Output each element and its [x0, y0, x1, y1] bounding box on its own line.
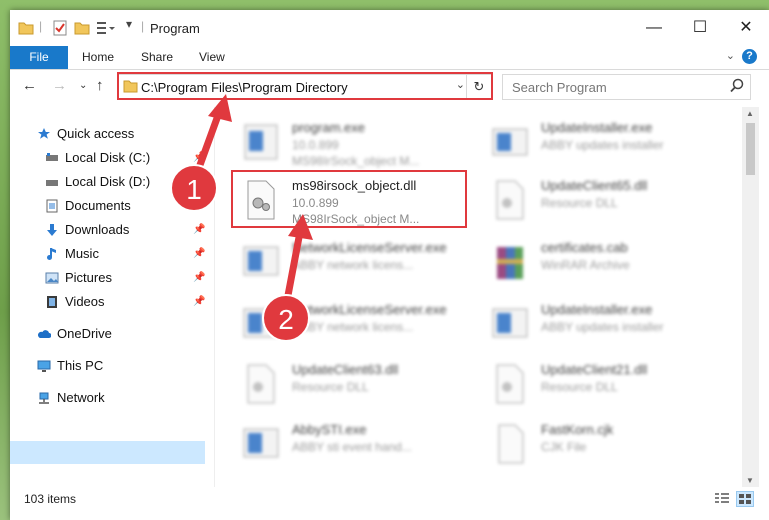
arrow-1-head — [208, 94, 232, 122]
arrow-2-head — [288, 214, 313, 240]
step-badge-1: 1 — [170, 164, 218, 212]
annotation-arrows — [192, 94, 313, 310]
step-badge-2: 2 — [262, 294, 310, 342]
